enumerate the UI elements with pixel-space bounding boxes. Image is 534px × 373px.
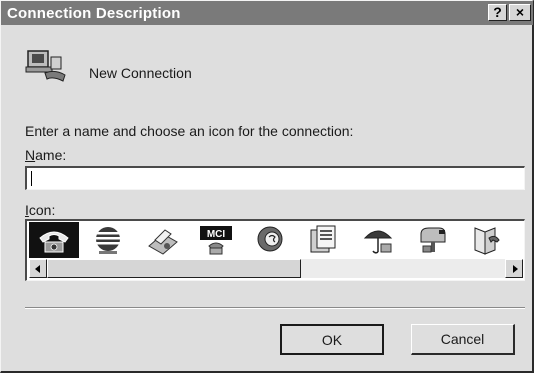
help-button[interactable]: ? (488, 4, 507, 21)
scroll-left-arrow-icon[interactable] (29, 259, 47, 278)
text-caret (31, 171, 32, 186)
icon-option-telephone[interactable] (29, 222, 79, 258)
umbrella-icon (363, 230, 393, 254)
icon-option-documents[interactable] (299, 222, 349, 258)
icon-list[interactable]: MCI (25, 219, 525, 281)
ok-button[interactable]: OK (280, 324, 384, 355)
telephone-icon (39, 231, 69, 253)
scroll-right-arrow-icon[interactable] (505, 259, 523, 278)
documents-icon (310, 225, 336, 253)
window-title: Connection Description (7, 5, 181, 22)
icon-option-ge[interactable] (245, 222, 295, 258)
ge-globe-icon (257, 226, 283, 252)
divider (25, 307, 525, 309)
connection-name-label: New Connection (89, 65, 192, 81)
icon-field-label: Icon: (25, 202, 55, 218)
fax-machine-icon (148, 229, 178, 255)
mci-logo-icon: MCI (200, 226, 232, 255)
mailbox-icon (420, 227, 446, 253)
svg-text:MCI: MCI (207, 229, 226, 240)
icon-option-umbrella[interactable] (353, 222, 403, 258)
close-button[interactable]: × (509, 4, 531, 21)
icon-option-globe[interactable] (83, 222, 133, 258)
globe-network-icon (96, 227, 120, 254)
icon-option-book[interactable] (461, 222, 511, 258)
icon-option-fax[interactable] (137, 222, 187, 258)
name-field-label: Name: (25, 147, 66, 163)
name-mnemonic: N (25, 147, 36, 163)
title-bar[interactable]: Connection Description ? × (1, 1, 533, 25)
icon-list-scrollbar[interactable] (29, 259, 523, 278)
icon-option-mailbox[interactable] (407, 222, 457, 258)
connection-description-dialog: Connection Description ? × New Connectio… (0, 0, 534, 373)
icon-label-rest: con: (28, 202, 56, 218)
book-phone-icon (474, 227, 500, 255)
computer-phone-icon (25, 49, 69, 88)
instruction-text: Enter a name and choose an icon for the … (25, 123, 354, 139)
scrollbar-thumb[interactable] (47, 259, 301, 278)
name-input[interactable] (25, 166, 525, 190)
icon-row: MCI (29, 222, 524, 258)
name-label-rest: ame: (35, 147, 67, 163)
icon-option-mci[interactable]: MCI (191, 222, 241, 258)
cancel-button[interactable]: Cancel (411, 324, 515, 355)
